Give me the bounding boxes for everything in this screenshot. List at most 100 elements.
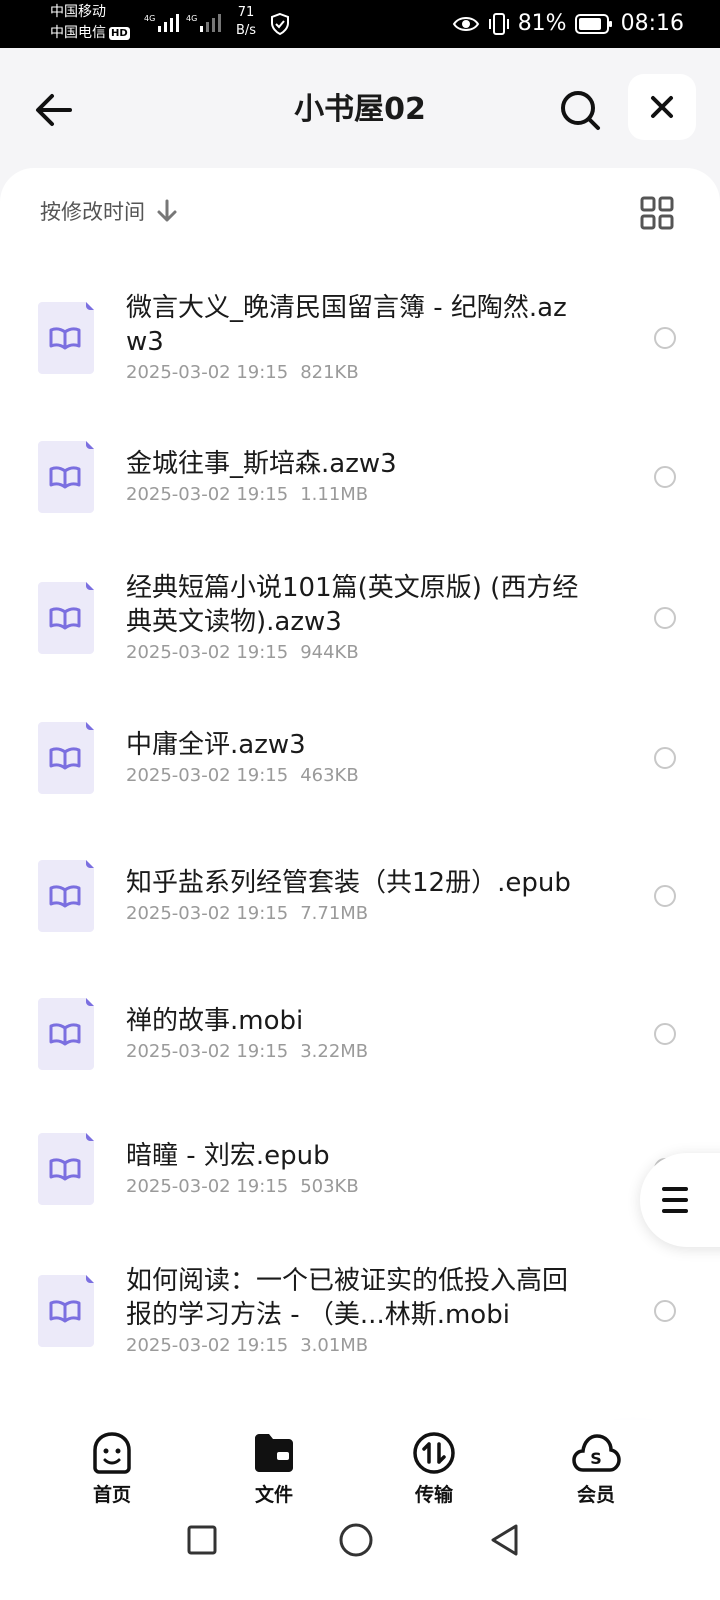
book-file-icon: [38, 860, 94, 932]
status-right: 81% 08:16: [452, 10, 684, 38]
file-row[interactable]: 禅的故事.mobi 2025-03-02 19:15 3.22MB: [0, 965, 720, 1103]
side-menu-button[interactable]: [640, 1153, 720, 1247]
back-icon[interactable]: [488, 1522, 522, 1558]
file-meta: 2025-03-02 19:15 3.22MB: [126, 1040, 586, 1064]
clock: 08:16: [620, 11, 684, 36]
file-text: 中庸全评.azw3 2025-03-02 19:15 463KB: [126, 728, 586, 788]
file-meta: 2025-03-02 19:15 3.01MB: [126, 1334, 586, 1358]
file-date: 2025-03-02 19:15: [126, 484, 289, 505]
file-date: 2025-03-02 19:15: [126, 1176, 289, 1197]
net-speed: 71 B/s: [236, 4, 256, 40]
file-row[interactable]: 金城往事_斯培森.azw3 2025-03-02 19:15 1.11MB: [0, 408, 720, 546]
file-meta: 2025-03-02 19:15 821KB: [126, 361, 586, 385]
menu-icon: [662, 1187, 688, 1213]
file-size: 3.22MB: [300, 1041, 369, 1062]
file-meta: 2025-03-02 19:15 463KB: [126, 764, 586, 788]
select-radio[interactable]: [654, 327, 676, 349]
file-size: 3.01MB: [300, 1335, 369, 1356]
file-row[interactable]: 经典短篇小说101篇(英文原版) (西方经典英文读物).azw3 2025-03-…: [0, 546, 720, 689]
file-name: 如何阅读：一个已被证实的低投入高回报的学习方法 - （美...林斯.mobi: [126, 1266, 569, 1330]
carrier-2: 中国电信: [50, 25, 106, 41]
page-title: 小书屋02: [294, 92, 426, 127]
file-text: 经典短篇小说101篇(英文原版) (西方经典英文读物).azw3 2025-03-…: [126, 571, 586, 665]
nav-transfer[interactable]: 传输: [374, 1430, 494, 1507]
eye-comfort-icon: [452, 17, 479, 31]
file-text: 暗瞳 - 刘宏.epub 2025-03-02 19:15 503KB: [126, 1139, 586, 1199]
file-name: 中庸全评.azw3: [126, 730, 306, 760]
file-list-card: 按修改时间 微言大义_晚清民国留言簿 - 纪陶然.azw3 2025-03-02 …: [0, 168, 720, 1598]
home-face-icon: [93, 1432, 131, 1474]
vip-cloud-icon: S: [572, 1434, 621, 1472]
file-size: 7.71MB: [300, 903, 369, 924]
book-file-icon: [38, 581, 94, 654]
grid-view-icon[interactable]: [640, 196, 674, 230]
speed-value: 71: [237, 5, 255, 20]
file-row[interactable]: 暗瞳 - 刘宏.epub 2025-03-02 19:15 503KB: [0, 1103, 720, 1235]
file-date: 2025-03-02 19:15: [126, 1335, 289, 1356]
top-bar: 小书屋02: [0, 48, 720, 166]
close-icon: [651, 96, 673, 118]
file-row[interactable]: 中庸全评.azw3 2025-03-02 19:15 463KB: [0, 689, 720, 827]
nav-home[interactable]: 首页: [52, 1430, 172, 1507]
file-list: 微言大义_晚清民国留言簿 - 纪陶然.azw3 2025-03-02 19:15 8…: [0, 268, 720, 1392]
file-row[interactable]: 微言大义_晚清民国留言簿 - 纪陶然.azw3 2025-03-02 19:15 8…: [0, 268, 720, 408]
file-meta: 2025-03-02 19:15 1.11MB: [126, 483, 586, 507]
file-row[interactable]: 知乎盐系列经管套装（共12册）.epub 2025-03-02 19:15 7.71…: [0, 827, 720, 965]
file-text: 微言大义_晚清民国留言簿 - 纪陶然.azw3 2025-03-02 19:15 8…: [126, 291, 586, 385]
nav-home-label: 首页: [92, 1484, 131, 1506]
battery-icon: [574, 14, 612, 34]
sort-button[interactable]: 按修改时间: [40, 196, 179, 226]
file-meta: 2025-03-02 19:15 944KB: [126, 641, 586, 665]
nav-files[interactable]: 文件: [214, 1430, 334, 1507]
search-icon[interactable]: [556, 86, 604, 134]
nav-transfer-label: 传输: [414, 1484, 453, 1506]
file-size: 821KB: [300, 362, 359, 383]
system-nav-bar: [0, 1510, 720, 1600]
hd-badge: HD: [109, 26, 130, 40]
net-type-2: 4G: [186, 14, 197, 23]
select-radio[interactable]: [654, 1300, 676, 1322]
nav-vip[interactable]: S 会员: [536, 1430, 656, 1507]
bottom-nav: 首页 文件 传输 S 会员: [0, 1420, 720, 1510]
file-name: 金城往事_斯培森.azw3: [126, 449, 397, 479]
select-radio[interactable]: [654, 885, 676, 907]
file-name: 暗瞳 - 刘宏.epub: [126, 1141, 330, 1171]
file-name: 微言大义_晚清民国留言簿 - 纪陶然.azw3: [126, 293, 567, 357]
folder-icon: [255, 1434, 293, 1472]
file-row[interactable]: 如何阅读：一个已被证实的低投入高回报的学习方法 - （美...林斯.mobi 20…: [0, 1235, 720, 1387]
file-date: 2025-03-02 19:15: [126, 765, 289, 786]
file-date: 2025-03-02 19:15: [126, 903, 289, 924]
file-text: 如何阅读：一个已被证实的低投入高回报的学习方法 - （美...林斯.mobi 20…: [126, 1264, 586, 1358]
select-radio[interactable]: [654, 747, 676, 769]
signal-1-icon: 4G: [144, 14, 179, 32]
file-text: 禅的故事.mobi 2025-03-02 19:15 3.22MB: [126, 1004, 586, 1064]
file-text: 知乎盐系列经管套装（共12册）.epub 2025-03-02 19:15 7.71…: [126, 866, 586, 926]
file-size: 944KB: [300, 641, 359, 663]
battery-percent: 81%: [517, 11, 567, 36]
file-date: 2025-03-02 19:15: [126, 362, 289, 383]
book-file-icon: [38, 722, 94, 794]
signal-2-icon: 4G: [186, 14, 221, 32]
shield-icon: [271, 12, 289, 36]
vibrate-icon: [488, 13, 509, 35]
select-radio[interactable]: [654, 1023, 676, 1045]
file-name: 禅的故事.mobi: [126, 1006, 304, 1036]
book-file-icon: [38, 302, 94, 374]
svg-text:S: S: [590, 1449, 602, 1468]
select-radio[interactable]: [654, 466, 676, 488]
carrier-1: 中国移动: [50, 4, 106, 20]
home-icon[interactable]: [338, 1522, 374, 1558]
close-button[interactable]: [628, 74, 696, 140]
sort-label: 按修改时间: [40, 200, 145, 224]
file-size: 1.11MB: [300, 484, 369, 505]
file-size: 463KB: [300, 765, 359, 786]
recent-apps-icon[interactable]: [186, 1524, 218, 1556]
file-name: 经典短篇小说101篇(英文原版) (西方经典英文读物).azw3: [126, 572, 579, 637]
select-radio[interactable]: [654, 606, 676, 629]
file-size: 503KB: [300, 1176, 359, 1197]
file-date: 2025-03-02 19:15: [126, 641, 289, 663]
transfer-icon: [413, 1432, 455, 1474]
book-file-icon: [38, 998, 94, 1070]
carrier-info: 中国移动 中国电信 HD: [50, 2, 130, 44]
file-meta: 2025-03-02 19:15 503KB: [126, 1175, 586, 1199]
